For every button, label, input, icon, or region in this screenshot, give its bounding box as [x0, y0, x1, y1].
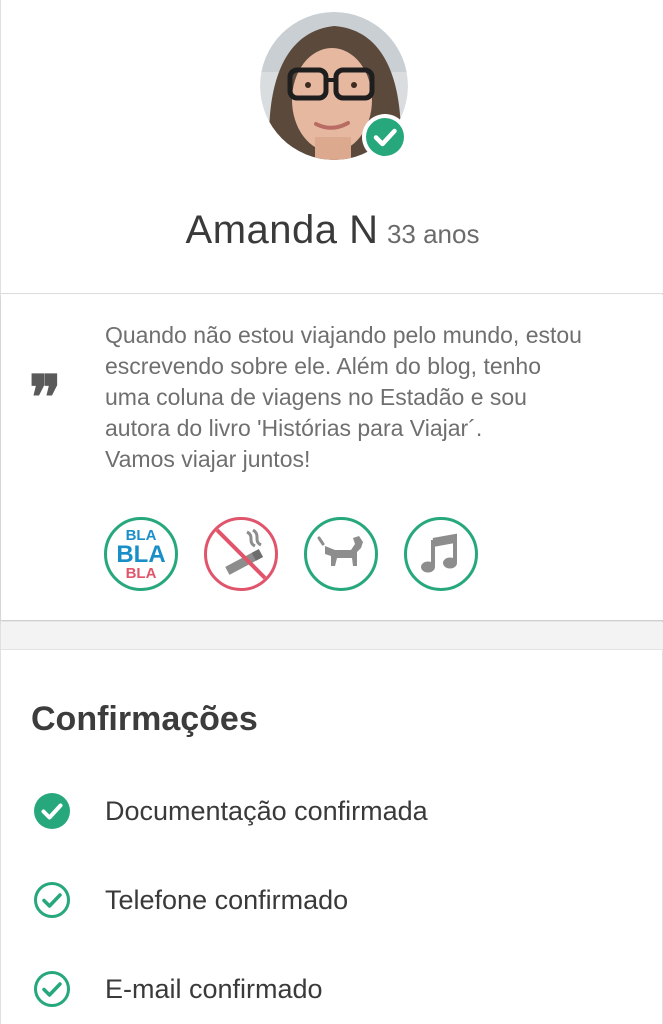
confirmation-label: E-mail confirmado: [105, 973, 323, 1004]
confirmation-item-documentation: Documentação confirmada: [33, 791, 428, 831]
profile-header: Amanda N 33 anos: [1, 0, 663, 294]
name-line: Amanda N 33 anos: [1, 208, 663, 253]
bio-line: autora do livro 'Histórias para Viajar´.: [105, 415, 483, 441]
music-icon[interactable]: [404, 517, 478, 591]
bla-line-3: BLA: [125, 564, 157, 582]
section-divider: [1, 622, 663, 650]
confirmation-label: Documentação confirmada: [105, 795, 428, 826]
confirmation-label: Telefone confirmado: [105, 884, 349, 915]
no-smoking-icon[interactable]: [204, 517, 278, 591]
profile-age: 33 anos: [386, 219, 480, 249]
check-outline-icon: [34, 971, 70, 1007]
bio-line: Vamos viajar juntos!: [105, 446, 311, 472]
avatar-container[interactable]: [260, 12, 408, 160]
pets-allowed-icon[interactable]: [304, 517, 378, 591]
profile-name: Amanda N: [185, 208, 379, 252]
check-filled-icon: [34, 793, 70, 829]
bio-line: uma coluna de viagens no Estadão e sou: [105, 384, 527, 410]
bio-line: Quando não estou viajando pelo mundo, es…: [105, 322, 582, 348]
confirmation-item-email: E-mail confirmado: [33, 969, 323, 1009]
verified-check-icon: [366, 118, 404, 156]
profile-page: Amanda N 33 anos ❞ Quando não estou viaj…: [0, 0, 663, 1024]
bla-badge: BLA BLA BLA: [116, 528, 165, 581]
bio-line: escrevendo sobre ele. Além do blog, tenh…: [105, 353, 542, 379]
preferences-row: BLA BLA BLA: [104, 517, 478, 591]
verified-badge: [362, 114, 408, 160]
check-outline-icon: [34, 882, 70, 918]
bio-text: Quando não estou viajando pelo mundo, es…: [105, 320, 650, 475]
confirmations-title: Confirmações: [31, 700, 258, 738]
confirmation-item-phone: Telefone confirmado: [33, 880, 348, 920]
blabla-chatty-icon[interactable]: BLA BLA BLA: [104, 517, 178, 591]
bla-line-2: BLA: [116, 540, 166, 568]
quote-icon: ❞: [29, 363, 62, 433]
